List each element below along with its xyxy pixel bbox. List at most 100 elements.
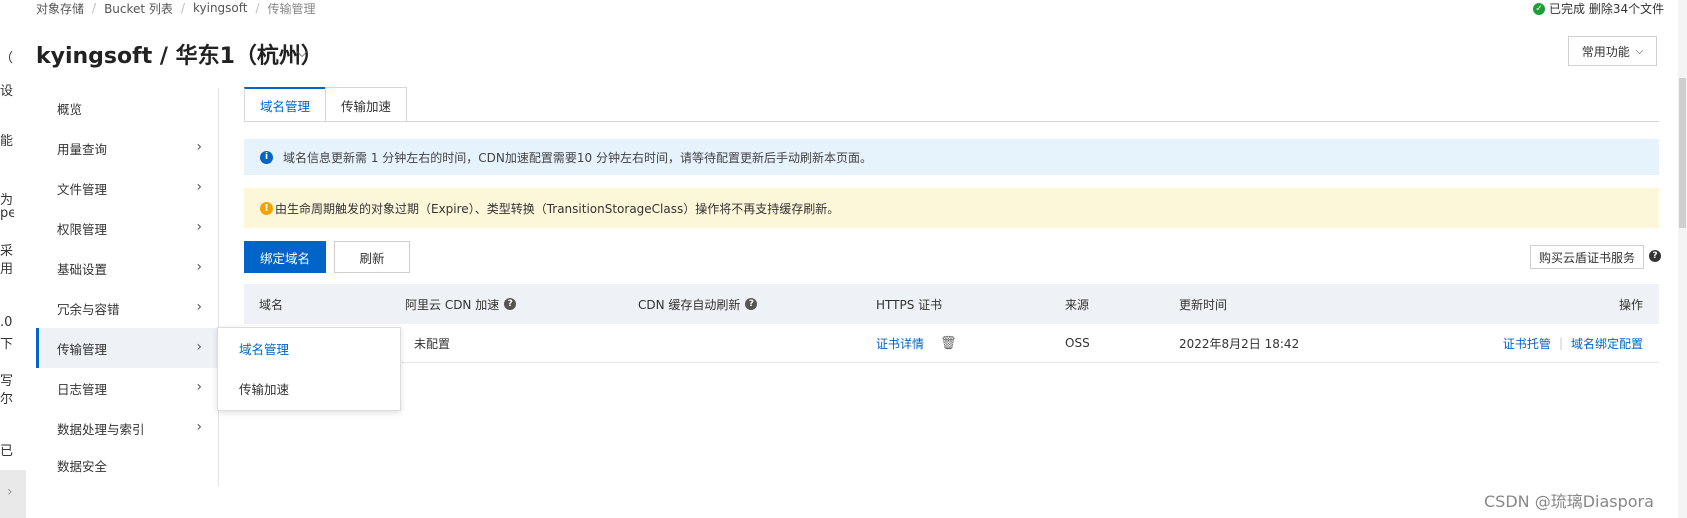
sidebar-item-overview[interactable]: 概览 [36,88,218,128]
fragment-text: pe [0,206,14,221]
sidebar-item-basic-settings[interactable]: 基础设置 › [36,248,218,288]
table-header: 域名 阿里云 CDN 加速? CDN 缓存自动刷新? HTTPS 证书 来源 更… [244,284,1659,324]
sidebar-divider [218,88,219,486]
sidebar-item-label: 概览 [57,101,83,117]
page-title: kyingsoft / 华东1（杭州） [36,44,323,69]
chevron-down-icon: ⌵ [1635,45,1644,57]
chevron-right-icon: › [7,484,13,500]
task-status[interactable]: ✓ 已完成 删除34个文件 [1533,0,1664,17]
trash-icon[interactable]: 🗑 [940,336,957,351]
sidebar-item-logs[interactable]: 日志管理 › [36,368,218,408]
common-features-button[interactable]: 常用功能 ⌵ [1568,36,1657,66]
breadcrumb-separator: / [180,1,185,15]
column-header-cdn-refresh: CDN 缓存自动刷新? [638,284,758,324]
sidebar-item-data-processing[interactable]: 数据处理与索引 › [36,408,218,448]
sidebar-item-label: 数据安全 [57,458,108,474]
cell-https: 证书详情 🗑 [876,324,957,362]
breadcrumb-item[interactable]: kyingsoft [193,1,248,15]
tab-label: 传输加速 [341,98,392,114]
sidebar: 概览 用量查询 › 文件管理 › 权限管理 › 基础设置 › 冗余与容错 › 传输管理 › … [36,88,218,482]
fragment-text: 采 [0,244,14,259]
column-label: 阿里云 CDN 加速 [405,297,500,312]
sidebar-item-label: 冗余与容错 [57,301,120,317]
chevron-right-icon: › [196,139,202,155]
fragment-text: 写 [0,374,14,389]
fragment-text: 设 [0,84,14,99]
column-label: 更新时间 [1179,297,1228,312]
sidebar-item-transfer[interactable]: 传输管理 › [36,328,218,368]
cell-cdn: 未配置 [414,336,451,351]
warning-alert-text: 由生命周期触发的对象过期（Expire）、类型转换（TransitionStor… [275,201,840,216]
bind-domain-button[interactable]: 绑定域名 [244,241,326,273]
fragment-text: 能 [0,134,14,149]
column-header-domain: 域名 [259,284,283,324]
breadcrumb-item[interactable]: 对象存储 [36,0,84,17]
transfer-submenu: 域名管理 传输加速 [217,327,401,411]
domain-binding-config-link[interactable]: 域名绑定配置 [1571,335,1643,352]
watermark: CSDN @琉璃Diaspora [1484,492,1654,511]
panel-expand-handle[interactable]: › [0,470,26,518]
breadcrumb: 对象存储 / Bucket 列表 / kyingsoft / 传输管理 [36,0,316,16]
sidebar-item-label: 日志管理 [57,381,108,397]
status-text: 已完成 删除34个文件 [1549,2,1665,16]
sidebar-item-data-security[interactable]: 数据安全 [36,448,218,482]
fragment-text: 用 [0,262,14,277]
sidebar-item-label: 数据处理与索引 [57,421,145,437]
cert-hosting-link[interactable]: 证书托管 [1503,335,1551,352]
fragment-text: .0 [0,315,13,330]
column-label: CDN 缓存自动刷新 [638,297,741,312]
refresh-button[interactable]: 刷新 [334,241,410,273]
chevron-right-icon: › [196,219,202,235]
help-icon[interactable]: ? [504,298,517,310]
help-icon[interactable]: ? [1649,250,1661,262]
tab-transfer-acceleration[interactable]: 传输加速 [325,87,408,122]
column-label: 来源 [1065,297,1090,312]
info-alert-text: 域名信息更新需 1 分钟左右的时间，CDN加速配置需要10 分钟左右时间，请等待… [283,150,872,165]
sidebar-item-usage[interactable]: 用量查询 › [36,128,218,168]
cell-source: OSS [1065,336,1090,350]
certificate-details-link[interactable]: 证书详情 [876,335,924,352]
column-header-source: 来源 [1065,284,1089,324]
left-panel-fragment: （ 设 能 为 pe 采 用 .0 下 写 尔 已 le [0,0,34,518]
info-icon: i [260,150,273,164]
warning-alert: ! 由生命周期触发的对象过期（Expire）、类型转换（TransitionSt… [244,188,1659,228]
action-separator: | [1558,336,1563,350]
common-features-label: 常用功能 [1581,44,1630,59]
sidebar-item-files[interactable]: 文件管理 › [36,168,218,208]
scrollbar-thumb[interactable] [1679,78,1686,228]
tab-label: 域名管理 [260,99,311,114]
sidebar-item-label: 用量查询 [57,141,108,157]
column-label: HTTPS 证书 [876,297,943,312]
column-header-https: HTTPS 证书 [876,284,942,324]
help-icon[interactable]: ? [745,298,758,310]
sidebar-item-redundancy[interactable]: 冗余与容错 › [36,288,218,328]
breadcrumb-separator: / [255,1,260,15]
tab-underline [244,121,1659,122]
column-header-cdn: 阿里云 CDN 加速? [405,284,517,324]
fragment-text: 尔 [0,392,14,407]
chevron-right-icon: › [196,339,202,355]
breadcrumb-current: 传输管理 [267,1,316,16]
tab-bar: 域名管理 传输加速 [244,87,408,122]
sidebar-item-label: 文件管理 [57,181,108,197]
sidebar-item-label: 权限管理 [57,221,108,237]
chevron-right-icon: › [196,379,202,395]
fragment-text: 下 [0,337,14,352]
submenu-item-transfer-acceleration[interactable]: 传输加速 [218,368,400,408]
breadcrumb-item[interactable]: Bucket 列表 [104,0,173,17]
tab-domain-management[interactable]: 域名管理 [244,87,327,122]
chevron-right-icon: › [196,179,202,195]
cell-actions: 证书托管 | 域名绑定配置 [1503,324,1643,362]
table-row: 未配置 证书详情 🗑 OSS 2022年8月2日 18:42 证书托管 | 域名… [244,324,1659,363]
cell-updated: 2022年8月2日 18:42 [1179,336,1300,351]
column-header-updated: 更新时间 [1179,284,1227,324]
info-alert: i 域名信息更新需 1 分钟左右的时间，CDN加速配置需要10 分钟左右时间，请… [244,139,1659,175]
fragment-text: （ [0,51,14,66]
chevron-down-icon[interactable]: ⌵ [296,42,308,62]
submenu-item-domain-management[interactable]: 域名管理 [218,328,400,368]
buy-certificate-button[interactable]: 购买云盾证书服务 [1530,245,1644,269]
chevron-right-icon: › [196,299,202,315]
chevron-right-icon: › [196,419,202,435]
sidebar-item-permissions[interactable]: 权限管理 › [36,208,218,248]
sidebar-item-label: 基础设置 [57,261,108,277]
